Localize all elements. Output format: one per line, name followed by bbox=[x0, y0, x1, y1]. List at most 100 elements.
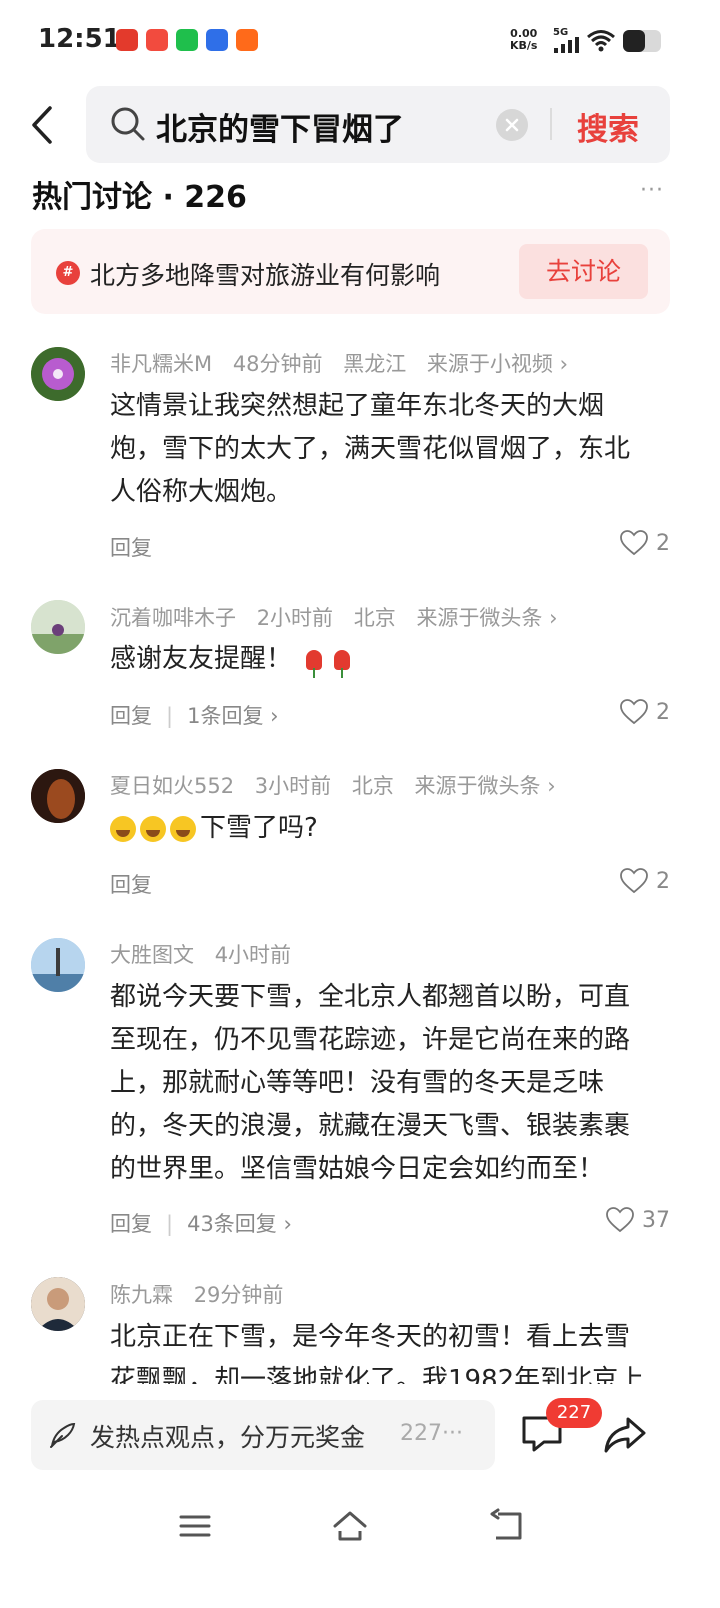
toutiao-kids-icon bbox=[116, 29, 138, 51]
avatar[interactable] bbox=[31, 1277, 85, 1331]
comment-line: 下雪了吗? bbox=[200, 813, 318, 843]
status-time: 12:51 bbox=[38, 24, 121, 54]
comment-author[interactable]: 沉着咖啡木子 bbox=[110, 606, 236, 630]
signal-icon bbox=[554, 37, 579, 53]
section-title: 热门讨论 · 226 bbox=[32, 180, 247, 215]
more-icon[interactable]: ··· bbox=[640, 178, 664, 203]
heart-icon bbox=[620, 868, 648, 894]
comment-meta: 陈九霖 29分钟前 bbox=[110, 1279, 297, 1309]
wifi-icon bbox=[587, 30, 615, 52]
search-divider bbox=[550, 108, 552, 140]
comment-meta: 大胜图文 4小时前 bbox=[110, 939, 305, 969]
baidu-icon bbox=[206, 29, 228, 51]
topic-text: 北方多地降雪对旅游业有何影响 bbox=[90, 261, 441, 290]
comment-line: 至现在，仍不见雪花踪迹，许是它尚在来的路 bbox=[110, 1025, 631, 1055]
reply-button[interactable]: 回复 bbox=[110, 704, 152, 728]
comment-input-count: 227··· bbox=[400, 1421, 463, 1446]
back-icon[interactable] bbox=[28, 104, 60, 146]
search-button[interactable]: 搜索 bbox=[577, 104, 639, 149]
comment-author[interactable]: 夏日如火552 bbox=[110, 774, 234, 798]
comment-body: 这情景让我突然想起了童年东北冬天的大烟 炮，雪下的太大了，满天雪花似冒烟了，东北… bbox=[110, 385, 670, 514]
comment-meta: 夏日如火552 3小时前 北京 来源于微头条 › bbox=[110, 770, 570, 800]
like-button[interactable]: 2 bbox=[620, 868, 670, 894]
toutiao-icon bbox=[146, 29, 168, 51]
comment-input-placeholder: 发热点观点，分万元奖金 bbox=[90, 1423, 366, 1452]
avatar[interactable] bbox=[31, 769, 85, 823]
comment-source[interactable]: 来源于微头条 › bbox=[416, 606, 557, 630]
reply-button[interactable]: 回复 bbox=[110, 536, 152, 560]
view-replies-link[interactable]: 1条回复 › bbox=[187, 704, 278, 728]
crying-emoji-icon bbox=[140, 815, 166, 842]
action-divider: | bbox=[166, 1212, 174, 1236]
comment-source[interactable]: 来源于小视频 › bbox=[427, 352, 568, 376]
comment-line: 花飘飘，却一落地就化了。我1982年到北京上 bbox=[110, 1365, 645, 1384]
comment-time: 4小时前 bbox=[214, 943, 292, 967]
comment-actions: 回复 bbox=[110, 532, 152, 562]
like-count: 2 bbox=[656, 530, 670, 556]
avatar[interactable] bbox=[31, 347, 85, 401]
search-input[interactable]: 北京的雪下冒烟了 bbox=[156, 104, 404, 149]
tulip-emoji-icon bbox=[306, 649, 323, 678]
heart-icon bbox=[606, 1207, 634, 1233]
heart-icon bbox=[620, 699, 648, 725]
like-button[interactable]: 2 bbox=[620, 530, 670, 556]
comment-body-clip: 北京正在下雪，是今年冬天的初雪！看上去雪 花飘飘，却一落地就化了。我1982年到… bbox=[110, 1316, 680, 1384]
comment-line: 这情景让我突然想起了童年东北冬天的大烟 bbox=[110, 391, 605, 421]
comment-body: 北京正在下雪，是今年冬天的初雪！看上去雪 花飘飘，却一落地就化了。我1982年到… bbox=[110, 1316, 670, 1384]
menu-icon[interactable] bbox=[177, 1508, 213, 1544]
hashtag-icon: # bbox=[56, 261, 80, 285]
net-speed: 0.00 KB/s bbox=[510, 28, 537, 52]
home-icon[interactable] bbox=[332, 1508, 368, 1544]
crying-emoji-icon bbox=[110, 815, 136, 842]
comment-source[interactable]: 来源于微头条 › bbox=[415, 774, 556, 798]
like-button[interactable]: 37 bbox=[606, 1207, 670, 1233]
avatar[interactable] bbox=[31, 600, 85, 654]
clear-icon[interactable] bbox=[496, 109, 528, 141]
comment-meta: 沉着咖啡木子 2小时前 北京 来源于微头条 › bbox=[110, 602, 572, 632]
comment-count-badge: 227 bbox=[546, 1398, 602, 1428]
action-divider: | bbox=[166, 704, 174, 728]
like-count: 2 bbox=[656, 699, 670, 725]
net-speed-unit: KB/s bbox=[510, 39, 538, 52]
pen-icon bbox=[50, 1422, 76, 1448]
like-count: 37 bbox=[642, 1207, 670, 1233]
reply-button[interactable]: 回复 bbox=[110, 1212, 152, 1236]
heart-icon bbox=[620, 530, 648, 556]
reply-button[interactable]: 回复 bbox=[110, 873, 152, 897]
back-nav-icon[interactable] bbox=[488, 1508, 524, 1544]
tulip-emoji-icon bbox=[334, 649, 351, 678]
comment-line: 感谢友友提醒！ bbox=[110, 644, 293, 674]
comment-body: 感谢友友提醒！ bbox=[110, 638, 670, 681]
like-count: 2 bbox=[656, 868, 670, 894]
crying-emoji-icon bbox=[170, 815, 196, 842]
comment-author[interactable]: 非凡糯米M bbox=[110, 352, 212, 376]
comment-line: 的，冬天的浪漫，就藏在漫天飞雪、银装素裹 bbox=[110, 1111, 631, 1141]
search-icon bbox=[111, 107, 145, 141]
battery-icon bbox=[623, 30, 661, 52]
app-grid-icon bbox=[236, 29, 258, 51]
comment-meta: 非凡糯米M 48分钟前 黑龙江 来源于小视频 › bbox=[110, 348, 582, 378]
comment-location: 北京 bbox=[351, 774, 394, 798]
share-icon[interactable] bbox=[602, 1413, 648, 1455]
comment-line: 炮，雪下的太大了，满天雪花似冒烟了，东北 bbox=[110, 434, 631, 464]
avatar[interactable] bbox=[31, 938, 85, 992]
comment-author[interactable]: 陈九霖 bbox=[110, 1283, 173, 1307]
like-button[interactable]: 2 bbox=[620, 699, 670, 725]
comment-line: 北京正在下雪，是今年冬天的初雪！看上去雪 bbox=[110, 1322, 631, 1352]
comment-actions: 回复 | 43条回复 › bbox=[110, 1208, 292, 1238]
wechat-icon bbox=[176, 29, 198, 51]
comment-time: 48分钟前 bbox=[232, 352, 323, 376]
comment-actions: 回复 bbox=[110, 869, 152, 899]
view-replies-link[interactable]: 43条回复 › bbox=[187, 1212, 292, 1236]
comment-line: 都说今天要下雪，全北京人都翘首以盼，可直 bbox=[110, 982, 631, 1012]
discuss-button[interactable]: 去讨论 bbox=[519, 244, 648, 299]
comment-time: 2小时前 bbox=[256, 606, 334, 630]
comment-location: 北京 bbox=[353, 606, 396, 630]
comment-time: 29分钟前 bbox=[193, 1283, 284, 1307]
comment-location: 黑龙江 bbox=[343, 352, 407, 376]
comment-actions: 回复 | 1条回复 › bbox=[110, 700, 279, 730]
comment-author[interactable]: 大胜图文 bbox=[110, 943, 194, 967]
comment-line: 的世界里。坚信雪姑娘今日定会如约而至！ bbox=[110, 1154, 605, 1184]
comment-line: 上，那就耐心等等吧！没有雪的冬天是乏味 bbox=[110, 1068, 605, 1098]
comment-time: 3小时前 bbox=[254, 774, 332, 798]
